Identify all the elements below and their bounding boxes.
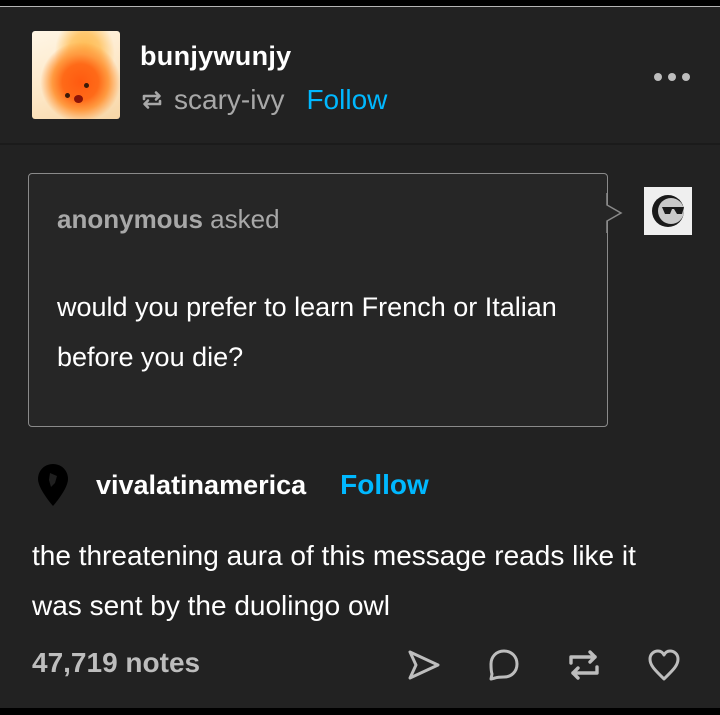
follow-button-reblogger[interactable]: Follow: [340, 469, 429, 501]
heart-icon: [648, 649, 680, 681]
reblog-source: scary-ivy Follow: [140, 83, 387, 117]
avatar-eye: [84, 83, 89, 88]
map-pin-icon[interactable]: [36, 462, 70, 508]
share-button[interactable]: [406, 647, 442, 683]
comment-icon: [489, 649, 519, 681]
reblog-body-text: the threatening aura of this message rea…: [32, 540, 636, 621]
reblog-icon: [569, 650, 599, 680]
reblogger-username[interactable]: vivalatinamerica: [96, 470, 306, 501]
ellipsis-icon: [668, 73, 676, 81]
bottom-edge: [0, 708, 720, 715]
avatar-mouth: [74, 95, 83, 103]
send-icon: [408, 650, 440, 680]
sunglasses-moon-icon: [652, 195, 684, 227]
asked-label: asked: [210, 204, 280, 234]
asker-name: anonymous: [57, 204, 203, 234]
like-button[interactable]: [646, 647, 682, 683]
author-username[interactable]: bunjywunjy: [140, 41, 292, 72]
ask-header: anonymous asked: [57, 204, 280, 235]
author-avatar[interactable]: [32, 31, 120, 119]
follow-button[interactable]: Follow: [306, 84, 387, 116]
ask-question: would you prefer to learn French or Ital…: [57, 292, 557, 372]
ask-bubble: anonymous asked would you prefer to lear…: [28, 173, 608, 427]
post-card: bunjywunjy scary-ivy Follow anonymous as…: [0, 7, 720, 708]
header-divider: [0, 143, 720, 145]
more-options-button[interactable]: [654, 73, 690, 85]
avatar-eye: [65, 93, 70, 98]
reblog-icon: [142, 91, 162, 109]
reblog-button[interactable]: [566, 647, 602, 683]
asker-avatar: [644, 187, 692, 235]
post-footer: 47,719 notes: [0, 637, 720, 693]
ellipsis-icon: [682, 73, 690, 81]
bubble-tail: [606, 193, 623, 233]
post-header: bunjywunjy scary-ivy Follow: [0, 7, 720, 143]
notes-count[interactable]: 47,719 notes: [32, 647, 200, 679]
reblogged-from-username[interactable]: scary-ivy: [174, 84, 284, 116]
ellipsis-icon: [654, 73, 662, 81]
reblogger-row: vivalatinamerica Follow: [36, 462, 429, 508]
reply-button[interactable]: [486, 647, 522, 683]
